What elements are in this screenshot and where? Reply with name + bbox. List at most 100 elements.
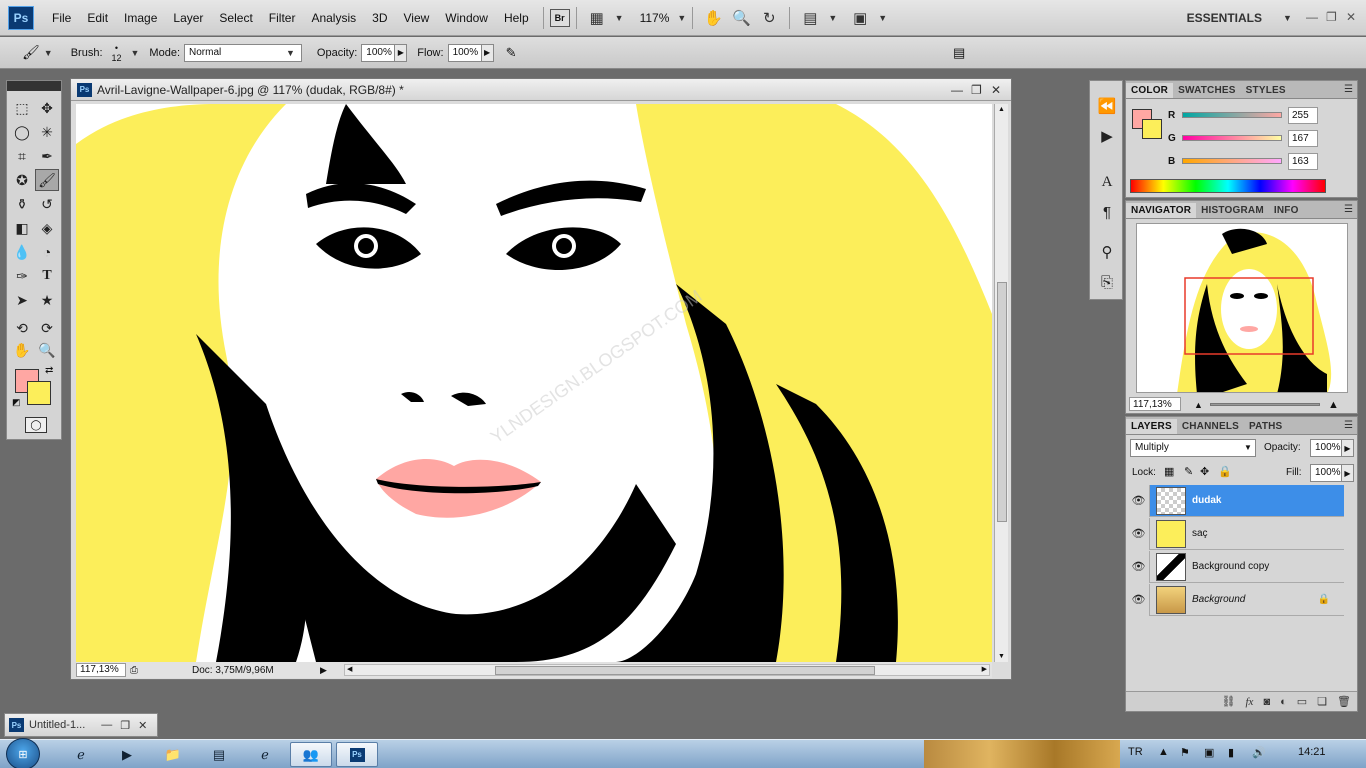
toolbox-header[interactable] bbox=[7, 81, 61, 91]
menu-view[interactable]: View bbox=[395, 11, 437, 25]
color-spectrum-bar[interactable] bbox=[1130, 179, 1326, 193]
action-center-flag-icon[interactable]: ⚑ bbox=[1180, 746, 1190, 759]
internet-explorer-icon[interactable]: ℯ bbox=[60, 742, 102, 767]
horizontal-scrollbar[interactable]: ◀ ▶ bbox=[344, 664, 990, 676]
vertical-scrollbar[interactable]: ▲ ▼ bbox=[994, 104, 1008, 662]
chevron-down-icon[interactable]: ▼ bbox=[615, 13, 624, 23]
scroll-up-icon[interactable]: ▲ bbox=[998, 106, 1005, 113]
paragraph-panel-icon[interactable]: ¶ bbox=[1096, 201, 1118, 223]
document-titlebar[interactable]: Ps Avril-Lavigne-Wallpaper-6.jpg @ 117% … bbox=[71, 79, 1011, 101]
layer-row-sac[interactable]: 👁 saç bbox=[1128, 517, 1344, 550]
healing-tool-icon[interactable]: ✪ bbox=[10, 169, 34, 191]
zoom-level[interactable]: 117% bbox=[624, 11, 674, 25]
tab-channels[interactable]: CHANNELS bbox=[1177, 419, 1244, 434]
fill-input[interactable]: 100% bbox=[1310, 464, 1342, 482]
color-background-swatch[interactable] bbox=[1142, 119, 1162, 139]
language-indicator[interactable]: TR bbox=[1128, 746, 1143, 758]
chevron-down-icon[interactable]: ▼ bbox=[1244, 443, 1252, 452]
menu-file[interactable]: File bbox=[44, 11, 79, 25]
link-layers-icon[interactable]: ⛓ bbox=[1222, 695, 1236, 708]
menu-edit[interactable]: Edit bbox=[79, 11, 116, 25]
type-tool-icon[interactable]: T bbox=[35, 265, 59, 287]
swap-colors-icon[interactable]: ⇄ bbox=[45, 365, 53, 376]
adjustment-layer-icon[interactable]: ◐ bbox=[1280, 696, 1287, 708]
fill-slider-button[interactable]: ▶ bbox=[1342, 464, 1354, 482]
chevron-down-icon[interactable]: ▼ bbox=[44, 48, 53, 58]
shape-tool-icon[interactable]: ★ bbox=[35, 289, 59, 311]
photoshop-taskbar-button[interactable]: Ps bbox=[336, 742, 378, 767]
scroll-down-icon[interactable]: ▼ bbox=[998, 653, 1005, 660]
dodge-tool-icon[interactable]: ◔ bbox=[35, 241, 59, 263]
eraser-tool-icon[interactable]: ◧ bbox=[10, 217, 34, 239]
lock-transparency-icon[interactable]: ▦ bbox=[1164, 465, 1174, 478]
hand-icon[interactable]: ✋ bbox=[702, 7, 724, 29]
chevron-down-icon[interactable]: ▼ bbox=[878, 13, 887, 23]
background-color-swatch[interactable] bbox=[27, 381, 51, 405]
eye-icon[interactable]: 👁 bbox=[1128, 550, 1150, 583]
image-canvas[interactable]: YLNDESIGN.BLOGSPOT.COM bbox=[76, 104, 992, 662]
paint-bucket-tool-icon[interactable]: ◈ bbox=[35, 217, 59, 239]
lock-pixels-icon[interactable]: ✎ bbox=[1184, 465, 1193, 478]
zoom-icon[interactable]: 🔍 bbox=[730, 7, 752, 29]
minimize-icon[interactable]: — bbox=[1306, 10, 1318, 24]
menu-layer[interactable]: Layer bbox=[165, 11, 211, 25]
messenger-icon[interactable]: 👥 bbox=[290, 742, 332, 767]
actions-panel-icon[interactable]: ▶ bbox=[1096, 125, 1118, 147]
eyedropper-tool-icon[interactable]: ✒ bbox=[35, 145, 59, 167]
tab-color[interactable]: COLOR bbox=[1126, 83, 1174, 98]
eye-icon[interactable]: 👁 bbox=[1128, 517, 1150, 550]
layer-row-dudak[interactable]: 👁 dudak bbox=[1128, 484, 1344, 517]
vertical-scroll-thumb[interactable] bbox=[997, 282, 1007, 522]
panel-menu-icon[interactable]: ☰ bbox=[1344, 204, 1353, 215]
scroll-left-icon[interactable]: ◀ bbox=[347, 665, 352, 673]
panel-menu-icon[interactable]: ☰ bbox=[1344, 420, 1353, 431]
brush-preset-picker[interactable]: • 12 bbox=[107, 43, 127, 63]
tab-navigator[interactable]: NAVIGATOR bbox=[1126, 203, 1197, 218]
chevron-down-icon[interactable]: ▼ bbox=[131, 48, 140, 58]
tool-presets-panel-icon[interactable]: ⚲ bbox=[1096, 241, 1118, 263]
move-tool-icon[interactable]: ✥ bbox=[35, 97, 59, 119]
minimize-icon[interactable]: — bbox=[951, 83, 963, 97]
brush-tool-icon[interactable]: 🖌 bbox=[35, 169, 59, 191]
status-settings-icon[interactable]: ⎙ bbox=[130, 665, 138, 676]
restore-icon[interactable]: ❐ bbox=[971, 83, 982, 97]
close-icon[interactable]: ✕ bbox=[991, 83, 1001, 97]
close-icon[interactable]: ✕ bbox=[1346, 10, 1356, 24]
chevron-down-icon[interactable]: ▼ bbox=[286, 48, 295, 58]
arrange-icon[interactable]: ▤ bbox=[799, 7, 821, 29]
minimize-icon[interactable]: — bbox=[101, 719, 112, 731]
brush-tool-icon[interactable]: 🖌 bbox=[22, 44, 40, 61]
rotate-icon[interactable]: ↻ bbox=[758, 7, 780, 29]
internet-explorer-icon[interactable]: ℯ bbox=[244, 742, 286, 767]
start-button[interactable]: ⊞ bbox=[6, 738, 40, 768]
layer-style-icon[interactable]: fx bbox=[1245, 696, 1253, 708]
screen-mode-icon[interactable]: ▣ bbox=[849, 7, 871, 29]
tab-paths[interactable]: PATHS bbox=[1244, 419, 1287, 434]
new-group-icon[interactable]: ▭ bbox=[1297, 695, 1307, 708]
new-layer-icon[interactable]: ❏ bbox=[1317, 695, 1327, 708]
history-panel-icon[interactable]: ⏪ bbox=[1096, 95, 1118, 117]
scroll-right-icon[interactable]: ▶ bbox=[982, 665, 987, 673]
brush-panel-icon[interactable]: ▤ bbox=[953, 45, 965, 61]
menu-analysis[interactable]: Analysis bbox=[303, 11, 364, 25]
horizontal-scroll-thumb[interactable] bbox=[495, 666, 875, 675]
menu-3d[interactable]: 3D bbox=[364, 11, 395, 25]
layer-opacity-slider-button[interactable]: ▶ bbox=[1342, 439, 1354, 457]
document-icon[interactable]: ▤ bbox=[198, 742, 240, 767]
layer-row-background-copy[interactable]: 👁 Background copy bbox=[1128, 550, 1344, 583]
layer-row-background[interactable]: 👁 Background 🔒 bbox=[1128, 583, 1344, 616]
clock[interactable]: 14:21 bbox=[1298, 746, 1326, 758]
status-menu-arrow-icon[interactable]: ▶ bbox=[320, 665, 327, 676]
chevron-down-icon[interactable]: ▼ bbox=[1283, 13, 1292, 23]
crop-tool-icon[interactable]: ⌗ bbox=[10, 145, 34, 167]
history-brush-tool-icon[interactable]: ↺ bbox=[35, 193, 59, 215]
default-colors-icon[interactable]: ◩ bbox=[12, 397, 21, 408]
stamp-tool-icon[interactable]: ⚱ bbox=[10, 193, 34, 215]
lock-all-icon[interactable]: 🔒 bbox=[1218, 465, 1232, 478]
red-value-input[interactable]: 255 bbox=[1288, 106, 1318, 124]
clone-source-panel-icon[interactable]: ⎘ bbox=[1096, 271, 1118, 293]
panel-menu-icon[interactable]: ☰ bbox=[1344, 84, 1353, 95]
layer-opacity-input[interactable]: 100% bbox=[1310, 439, 1342, 457]
media-player-icon[interactable]: ▶ bbox=[106, 742, 148, 767]
pen-tool-icon[interactable]: ✑ bbox=[10, 265, 34, 287]
